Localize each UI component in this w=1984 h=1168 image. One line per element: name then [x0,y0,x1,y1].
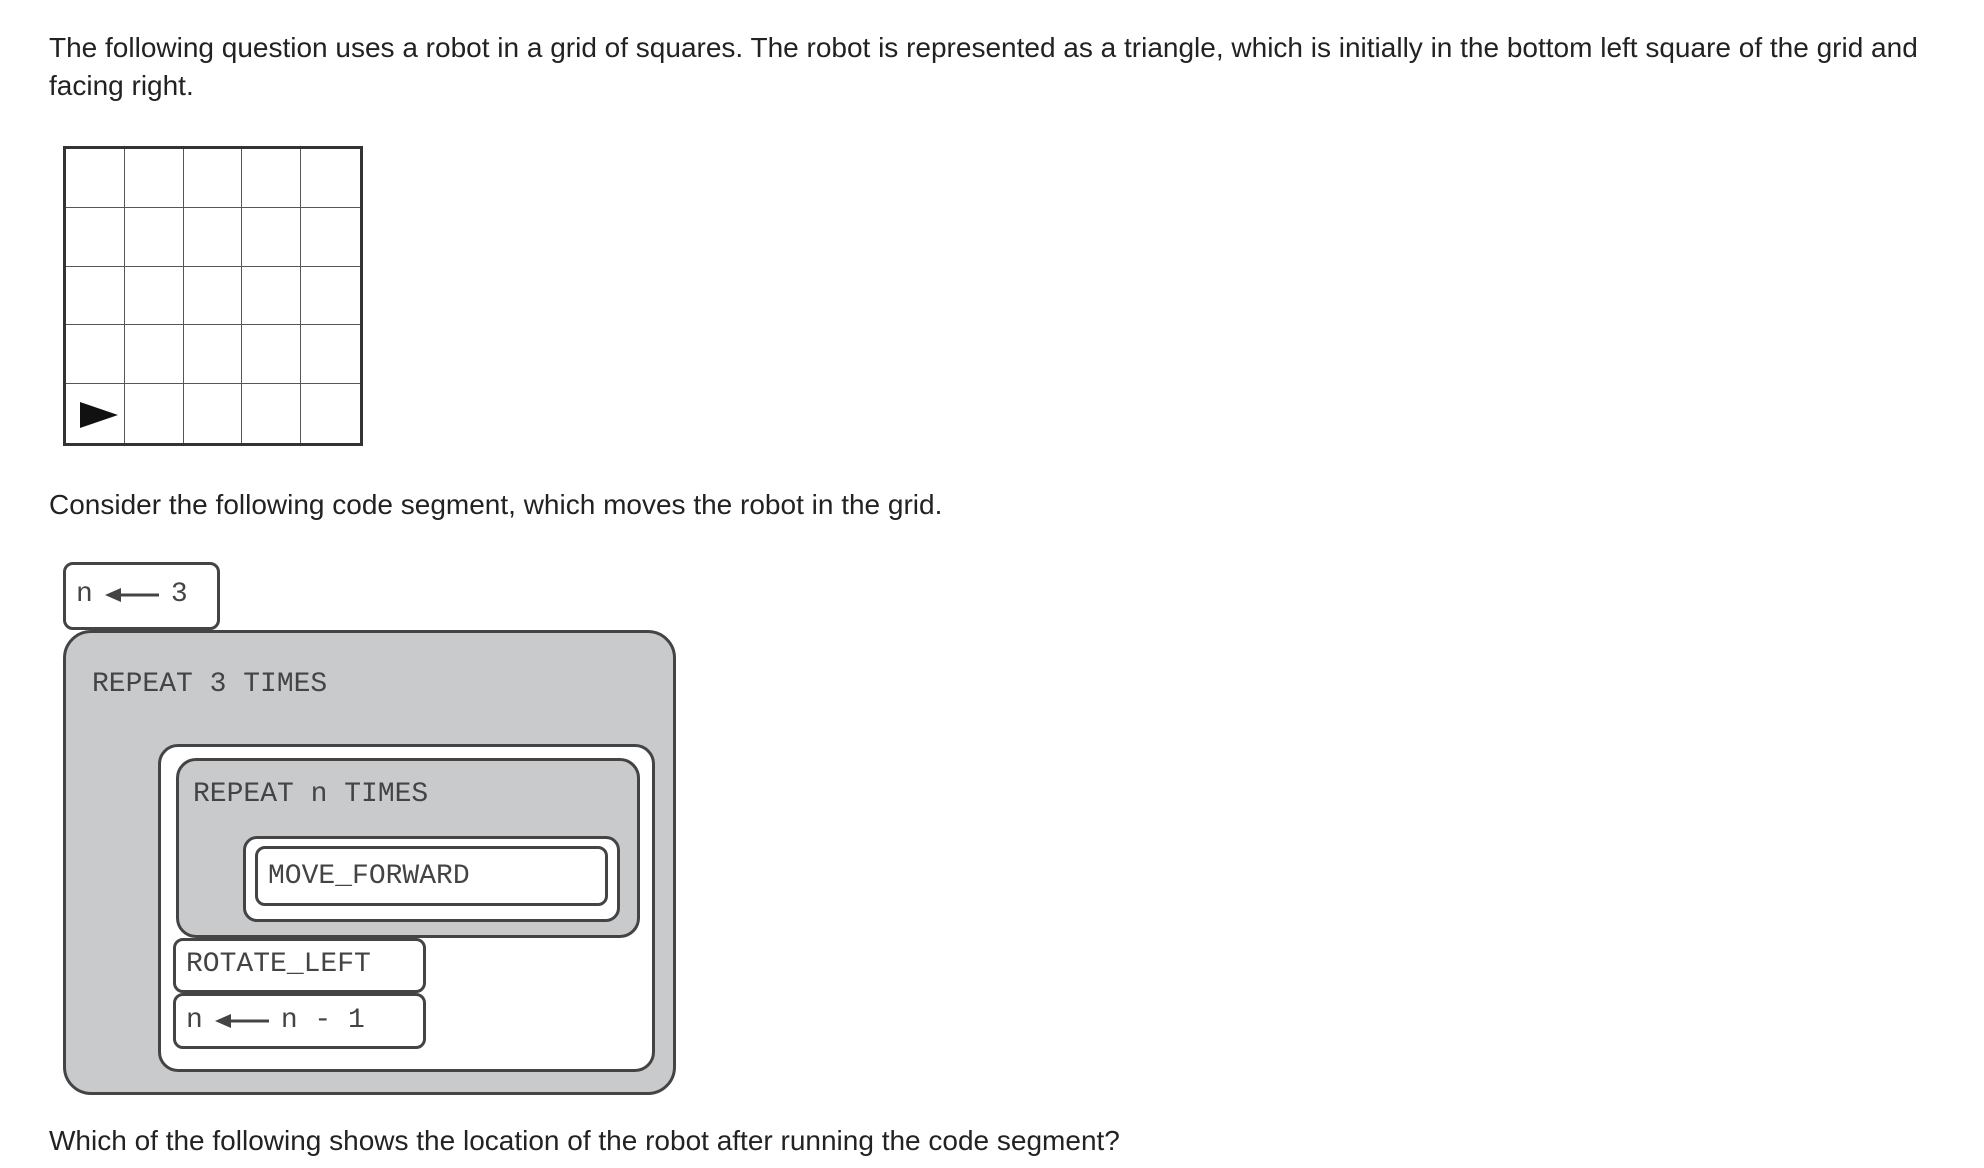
assign-value: 3 [170,579,188,610]
grid-cell [183,207,243,267]
rotate-left-block: ROTATE_LEFT [173,938,426,993]
move-forward-block: MOVE_FORWARD [255,846,608,906]
triangle-robot-icon [80,402,118,429]
grid-cell [183,149,243,208]
grid-cell [301,325,360,385]
assign-n-block: n 3 [63,562,220,630]
question-text: Which of the following shows the locatio… [49,1125,1120,1156]
grid-cell [124,266,184,326]
grid-cell [184,384,243,443]
grid-cell [66,266,125,326]
grid-cell [66,325,125,385]
grid-cell [66,207,125,267]
grid-cell [242,266,302,326]
consider-text: Consider the following code segment, whi… [49,489,943,520]
grid-cell [66,384,125,443]
grid-cell [124,207,184,267]
grid-cell [301,208,360,267]
intro-text: The following question uses a robot in a… [49,32,1918,101]
rotate-left-label: ROTATE_LEFT [186,949,371,980]
grid-cell [301,267,360,326]
grid-cell [242,384,302,443]
assign-var: n [76,579,93,610]
grid-cell [124,325,184,385]
grid-cell [301,149,360,208]
inner-repeat-label: REPEAT n TIMES [193,779,429,810]
grid-cell [242,207,302,267]
grid-cell [125,384,184,443]
outer-repeat-label: REPEAT 3 TIMES [92,669,328,700]
decrement-arrow-icon [214,1013,269,1028]
grid-cell [66,149,125,208]
grid-cell [301,384,360,443]
move-forward-label: MOVE_FORWARD [268,861,470,892]
assign-arrow-icon [104,587,159,602]
grid-cell [242,325,302,385]
decrement-expr: n - 1 [280,1005,365,1036]
decrement-var: n [186,1005,203,1036]
grid-cell [183,325,243,385]
robot-grid [63,146,363,446]
grid-cell [183,266,243,326]
grid-cell [124,149,184,208]
grid-cell [242,149,302,208]
decrement-n-block: n n - 1 [173,993,426,1049]
